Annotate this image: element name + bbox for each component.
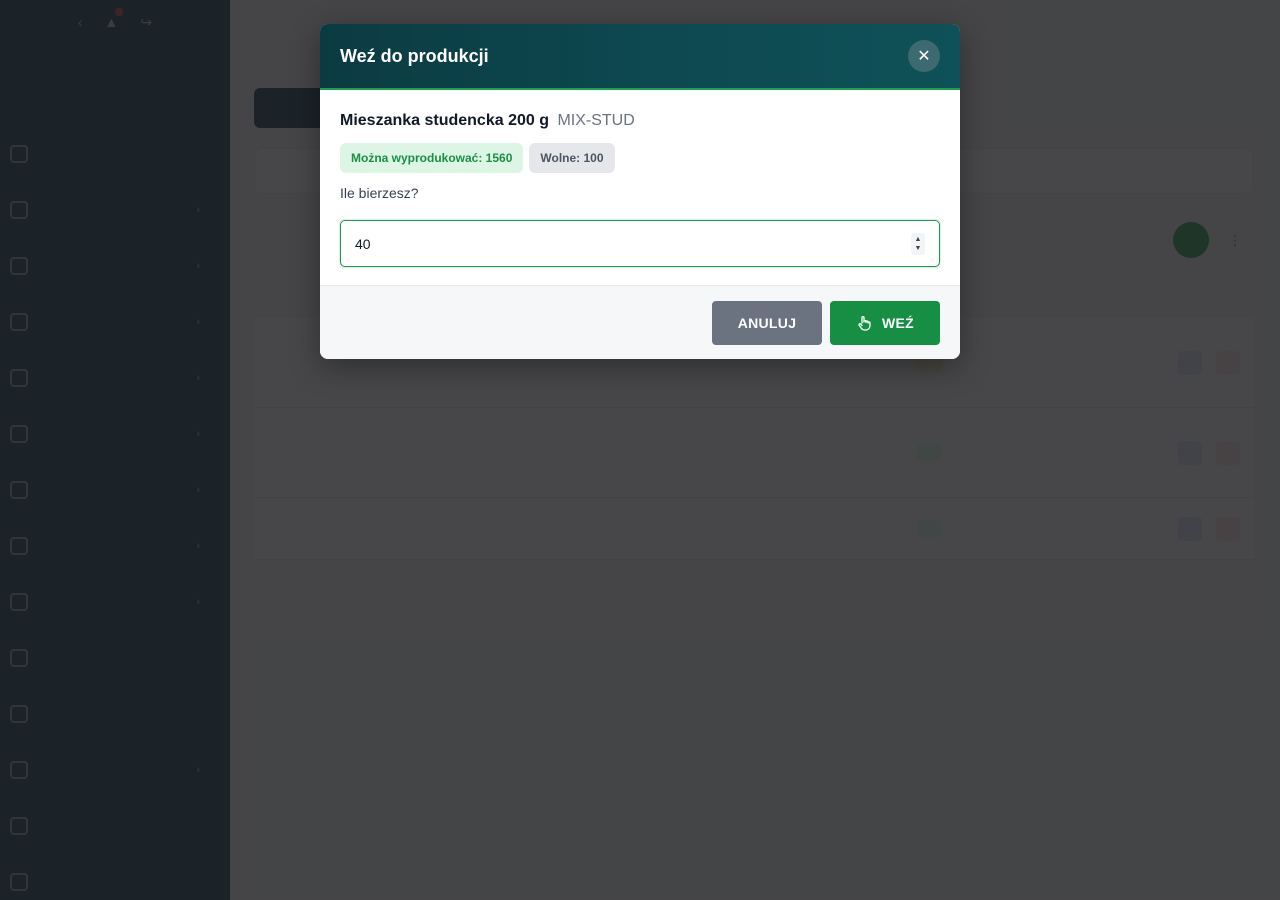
stepper-down-icon[interactable]: ▼ xyxy=(915,244,922,253)
free-stock-badge: Wolne: 100 xyxy=(529,143,615,173)
take-button[interactable]: WEŹ xyxy=(830,300,940,345)
quantity-label: Ile bierzesz? xyxy=(340,185,419,201)
modal-footer: ANULUJ WEŹ xyxy=(320,286,960,359)
modal-header: Weź do produkcji ✕ xyxy=(320,24,960,90)
product-sku: MIX-STUD xyxy=(557,112,635,129)
product-name: Mieszanka studencka 200 g xyxy=(340,112,549,129)
take-to-production-modal: Weź do produkcji ✕ Mieszanka studencka 2… xyxy=(320,24,960,359)
hand-pointer-icon xyxy=(858,315,871,331)
quantity-input[interactable]: 40 ▲ ▼ xyxy=(340,220,940,267)
quantity-stepper[interactable]: ▲ ▼ xyxy=(911,233,925,255)
cancel-button[interactable]: ANULUJ xyxy=(712,300,822,345)
stepper-up-icon[interactable]: ▲ xyxy=(915,235,922,244)
stock-badges: Można wyprodukować: 1560 Wolne: 100 xyxy=(340,143,940,173)
can-produce-badge: Można wyprodukować: 1560 xyxy=(340,143,524,173)
close-icon[interactable]: ✕ xyxy=(908,40,940,72)
modal-title: Weź do produkcji xyxy=(340,45,489,66)
quantity-value: 40 xyxy=(355,235,371,252)
take-button-label: WEŹ xyxy=(881,314,914,331)
modal-body: Mieszanka studencka 200 g MIX-STUD Można… xyxy=(320,90,960,286)
product-line: Mieszanka studencka 200 g MIX-STUD xyxy=(340,112,940,136)
